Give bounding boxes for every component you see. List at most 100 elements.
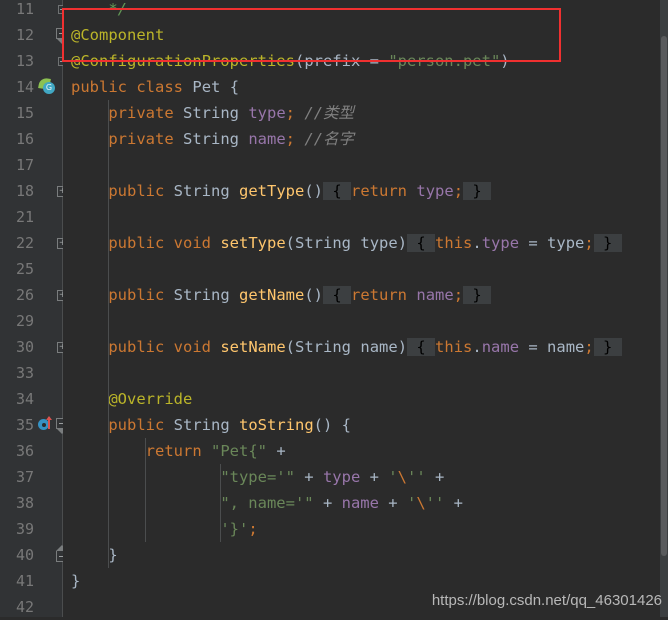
code-line[interactable]: public String getName() { return name; } [71, 282, 492, 308]
editor-gutter[interactable]: 11121314G15161718+2122+2526+2930+3334353… [0, 0, 69, 620]
gutter-row[interactable]: 25 [0, 256, 63, 282]
gutter-row[interactable]: 34 [0, 386, 63, 412]
indent-guide [108, 100, 110, 568]
gutter-row[interactable]: 15 [0, 100, 63, 126]
code-line[interactable]: ", name='" + name + '\'' + [71, 490, 472, 516]
gutter-row[interactable]: 14 G [0, 74, 63, 100]
code-token: ; [453, 286, 464, 304]
gutter-row[interactable]: 38 [0, 490, 63, 516]
code-line[interactable]: */ [71, 0, 127, 22]
gutter-row[interactable]: 22 [0, 230, 63, 256]
code-line[interactable]: public class Pet { [71, 74, 239, 100]
line-number: 11 [15, 0, 34, 18]
code-token: String [173, 286, 230, 304]
code-token: name [481, 338, 520, 356]
code-token: } [463, 182, 492, 200]
gutter-row[interactable]: 21 [0, 204, 63, 230]
gutter-row[interactable]: 29 [0, 308, 63, 334]
code-token: } [71, 546, 118, 564]
code-token: '' [425, 494, 445, 512]
code-token: @Component [71, 26, 165, 44]
code-line[interactable]: } [71, 568, 80, 594]
code-token: '}' [220, 520, 249, 538]
code-editor[interactable]: 11121314G15161718+2122+2526+2930+3334353… [0, 0, 668, 617]
code-token: name [248, 130, 286, 148]
code-line[interactable]: @Override [71, 386, 192, 412]
code-token: return [351, 286, 408, 304]
code-line[interactable]: return "Pet{" + [71, 438, 295, 464]
code-token: type [248, 104, 286, 122]
gutter-row[interactable]: 30 [0, 334, 63, 360]
gutter-row[interactable]: 26 [0, 282, 63, 308]
code-line[interactable]: @Component [71, 22, 164, 48]
gutter-row[interactable]: 36 [0, 438, 63, 464]
code-line[interactable]: private String name; //名字 [71, 126, 354, 152]
gutter-row[interactable]: 41 [0, 568, 63, 594]
indent-guide [145, 438, 147, 542]
line-number: 13 [15, 52, 34, 70]
code-token: ; [584, 234, 594, 252]
line-number: 16 [15, 130, 34, 148]
code-token: { [323, 286, 352, 304]
gutter-row[interactable]: 16 [0, 126, 63, 152]
code-token: void [173, 338, 211, 356]
code-token: getName [239, 286, 305, 304]
code-line[interactable]: public String toString() { [71, 412, 351, 438]
code-line[interactable]: @ConfigurationProperties(prefix = "perso… [71, 48, 510, 74]
gutter-row[interactable]: 33 [0, 360, 63, 386]
line-number: 33 [15, 364, 34, 382]
code-line[interactable]: public String getType() { return type; } [71, 178, 492, 204]
code-token: private [108, 104, 174, 122]
vertical-scrollbar[interactable] [660, 0, 668, 617]
code-token: name [360, 338, 398, 356]
code-token: toString [239, 416, 314, 434]
gutter-row[interactable]: 17 [0, 152, 63, 178]
line-number: 29 [15, 312, 34, 330]
code-token: ' [388, 468, 398, 486]
spring-bean-icon[interactable]: G [38, 77, 56, 96]
gutter-row[interactable]: 18 [0, 178, 63, 204]
gutter-row[interactable]: 42 [0, 594, 63, 620]
line-number: 14 [15, 78, 34, 96]
code-token: + [444, 494, 473, 512]
code-token: + [267, 442, 295, 460]
code-token: String [183, 130, 239, 148]
gutter-row[interactable]: 37 [0, 464, 63, 490]
watermark-url: https://blog.csdn.net/qq_46301426 [431, 592, 662, 609]
override-method-icon[interactable] [38, 416, 56, 434]
code-line[interactable]: public void setType(String type) { this.… [71, 230, 622, 256]
gutter-row[interactable]: 12 [0, 22, 63, 48]
code-line[interactable]: "type='" + type + '\'' + [71, 464, 454, 490]
gutter-row[interactable]: 40 [0, 542, 63, 568]
gutter-row[interactable]: 39 [0, 516, 63, 542]
code-line[interactable]: public void setName(String name) { this.… [71, 334, 622, 360]
code-token: public [71, 78, 127, 96]
gutter-row[interactable]: 11 [0, 0, 63, 22]
code-token: name [416, 286, 454, 304]
gutter-row[interactable]: 35 [0, 412, 63, 438]
code-content-area[interactable]: */ @Component @ConfigurationProperties(pre… [63, 0, 668, 617]
code-line[interactable]: '}'; [71, 516, 257, 542]
line-number: 40 [15, 546, 34, 564]
code-token: public [108, 416, 165, 434]
code-token: ", name='" [220, 494, 314, 512]
code-token: @Override [108, 390, 193, 408]
code-line[interactable]: private String type; //类型 [71, 100, 354, 126]
code-line[interactable]: } [71, 542, 118, 568]
code-token: name [341, 494, 379, 512]
gutter-row[interactable]: 13 [0, 48, 63, 74]
code-token: () [304, 286, 324, 304]
vertical-scrollbar-thumb[interactable] [661, 36, 667, 556]
